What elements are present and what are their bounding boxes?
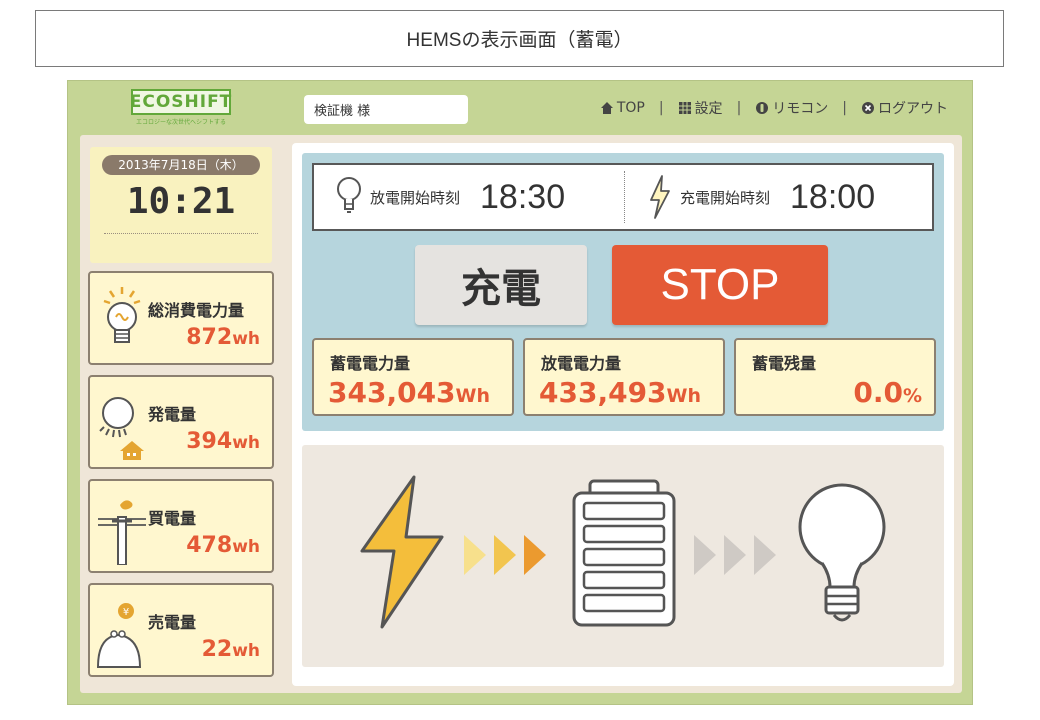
stat-sold[interactable]: ¥ 売電量 22wh bbox=[88, 583, 274, 677]
divider bbox=[104, 233, 258, 234]
bird-pole-icon bbox=[96, 491, 148, 566]
date-display: 2013年7月18日（木） bbox=[102, 155, 260, 175]
nav-logout-label: ログアウト bbox=[878, 101, 948, 117]
stat-label: 総消費電力量 bbox=[148, 301, 245, 320]
meter-label: 蓄電電力量 bbox=[330, 354, 411, 373]
storage-panel: 放電開始時刻 18:30 充電開始時刻 18:00 充電 STOP 蓄電電力量 … bbox=[292, 143, 954, 686]
stat-value: 478wh bbox=[186, 533, 260, 558]
bulb-icon bbox=[96, 283, 148, 357]
meter-label: 放電電力量 bbox=[541, 354, 622, 373]
svg-text:¥: ¥ bbox=[123, 607, 129, 618]
user-name-box: 検証機 様 bbox=[304, 95, 468, 124]
app-header: ECOSHIFT エコロジーな次世代へシフトする 検証機 様 TOP | 設定 … bbox=[68, 81, 972, 131]
meter-value: 0.0% bbox=[853, 376, 922, 409]
stat-value: 394wh bbox=[186, 429, 260, 454]
nav-top[interactable]: TOP bbox=[600, 100, 645, 116]
close-circle-icon bbox=[862, 102, 874, 114]
logo-tagline: エコロジーな次世代へシフトする bbox=[135, 119, 226, 126]
control-area: 放電開始時刻 18:30 充電開始時刻 18:00 充電 STOP 蓄電電力量 … bbox=[302, 153, 944, 431]
nav-settings[interactable]: 設定 bbox=[678, 98, 723, 118]
meter-remaining: 蓄電残量 0.0% bbox=[734, 338, 936, 416]
lightbulb-icon bbox=[798, 483, 886, 622]
bulb-icon bbox=[337, 177, 361, 213]
home-icon bbox=[600, 102, 613, 114]
clock-panel: 2013年7月18日（木） 10:21 bbox=[90, 147, 272, 263]
battery-icon bbox=[572, 479, 676, 627]
discharge-start: 放電開始時刻 18:30 bbox=[336, 165, 565, 229]
schedule-bar: 放電開始時刻 18:30 充電開始時刻 18:00 bbox=[312, 163, 934, 231]
meter-stored-energy: 蓄電電力量 343,043Wh bbox=[312, 338, 514, 416]
stat-total-consumption[interactable]: 総消費電力量 872wh bbox=[88, 271, 274, 365]
discharge-arrows-icon bbox=[694, 535, 776, 575]
charge-button[interactable]: 充電 bbox=[415, 245, 587, 325]
top-navigation: TOP | 設定 | リモコン | ログアウト bbox=[600, 98, 948, 118]
coin-purse-icon: ¥ bbox=[96, 595, 148, 669]
nav-remote-label: リモコン bbox=[772, 101, 829, 117]
grid-icon bbox=[678, 102, 691, 114]
hems-app-frame: ECOSHIFT エコロジーな次世代へシフトする 検証機 様 TOP | 設定 … bbox=[67, 80, 973, 705]
ecoshift-logo[interactable]: ECOSHIFT bbox=[130, 89, 231, 115]
nav-separator: | bbox=[736, 100, 742, 116]
charge-time[interactable]: 18:00 bbox=[790, 178, 875, 217]
meter-value: 343,043Wh bbox=[328, 376, 491, 409]
nav-logout[interactable]: ログアウト bbox=[861, 98, 948, 118]
energy-flow-diagram bbox=[302, 445, 944, 667]
stat-value: 872wh bbox=[186, 325, 260, 350]
charging-arrows-icon bbox=[464, 535, 546, 575]
meter-label: 蓄電残量 bbox=[752, 354, 817, 373]
stat-label: 買電量 bbox=[148, 509, 197, 528]
discharge-label: 放電開始時刻 bbox=[370, 188, 461, 207]
stat-value: 22wh bbox=[201, 637, 260, 662]
stat-generation[interactable]: 発電量 394wh bbox=[88, 375, 274, 469]
charge-start: 充電開始時刻 18:00 bbox=[648, 165, 875, 229]
nav-settings-label: 設定 bbox=[694, 101, 723, 117]
stat-label: 売電量 bbox=[148, 613, 197, 632]
stat-label: 発電量 bbox=[148, 405, 197, 424]
sun-house-icon bbox=[96, 387, 148, 461]
time-display: 10:21 bbox=[126, 181, 236, 222]
lightning-icon bbox=[650, 175, 670, 219]
nav-top-label: TOP bbox=[616, 100, 645, 116]
nav-separator: | bbox=[658, 100, 664, 116]
discharge-time[interactable]: 18:30 bbox=[480, 178, 565, 217]
remote-icon bbox=[756, 102, 769, 114]
lightning-icon bbox=[360, 475, 444, 629]
nav-separator: | bbox=[842, 100, 847, 116]
stop-button[interactable]: STOP bbox=[612, 245, 828, 325]
figure-caption: HEMSの表示画面（蓄電） bbox=[35, 10, 1004, 67]
main-area: 2013年7月18日（木） 10:21 総消費電力量 872wh 発電量 394… bbox=[80, 135, 962, 693]
nav-remote[interactable]: リモコン bbox=[755, 98, 828, 118]
charge-label: 充電開始時刻 bbox=[680, 188, 771, 207]
meter-value: 433,493Wh bbox=[539, 376, 702, 409]
divider bbox=[624, 171, 625, 223]
meter-discharged-energy: 放電電力量 433,493Wh bbox=[523, 338, 725, 416]
stat-purchased[interactable]: 買電量 478wh bbox=[88, 479, 274, 573]
